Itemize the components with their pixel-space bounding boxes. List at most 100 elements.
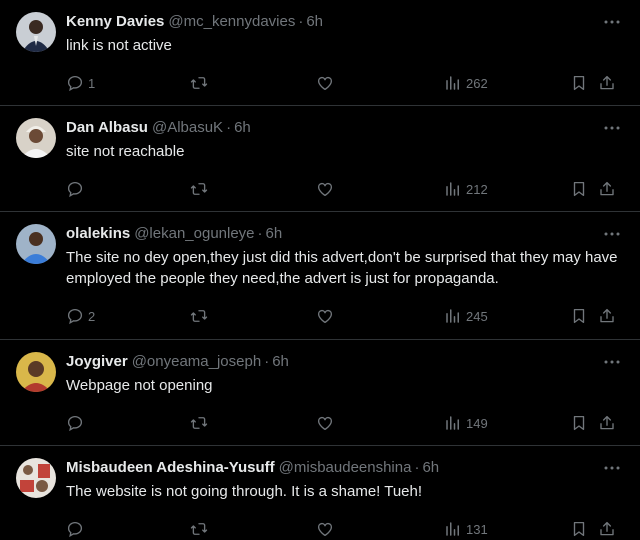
like-button[interactable] xyxy=(316,517,338,540)
more-dots-icon[interactable] xyxy=(600,456,624,480)
views-count: 149 xyxy=(466,415,488,431)
action-bar: 131 xyxy=(66,517,624,540)
avatar[interactable] xyxy=(16,118,56,158)
retweet-button[interactable] xyxy=(190,411,212,435)
share-button[interactable] xyxy=(598,411,616,435)
views-icon xyxy=(446,416,459,430)
bookmark-button[interactable] xyxy=(570,71,588,95)
tweet-text: The website is not going through. It is … xyxy=(66,483,423,500)
avatar[interactable] xyxy=(16,12,56,52)
reply-icon xyxy=(67,181,83,198)
views-button[interactable]: 262 xyxy=(444,71,488,95)
separator: · xyxy=(264,353,270,370)
display-name[interactable]: Dan Albasu xyxy=(66,119,148,136)
user-handle[interactable]: @lekan_ogunleye xyxy=(134,225,254,242)
retweet-button[interactable] xyxy=(190,177,212,201)
share-button[interactable] xyxy=(598,71,616,95)
bookmark-icon xyxy=(573,415,585,431)
more-dots-icon[interactable] xyxy=(600,350,624,374)
like-icon xyxy=(317,309,333,324)
timestamp[interactable]: 6h xyxy=(234,119,251,136)
more-dots-icon[interactable] xyxy=(600,116,624,140)
reply-icon xyxy=(67,75,83,92)
tweet-text: link is not active xyxy=(66,37,172,54)
bookmark-icon xyxy=(573,75,585,91)
retweet-icon xyxy=(190,183,208,195)
tweet-header: Misbaudeen Adeshina-Yusuff @misbaudeenshi… xyxy=(66,458,439,478)
share-icon xyxy=(600,415,614,430)
views-icon xyxy=(446,309,459,323)
retweet-button[interactable] xyxy=(190,71,212,95)
avatar[interactable] xyxy=(16,458,56,498)
separator: · xyxy=(298,13,304,30)
like-button[interactable] xyxy=(316,304,338,328)
like-button[interactable] xyxy=(316,71,338,95)
views-button[interactable]: 131 xyxy=(444,517,488,540)
display-name[interactable]: Kenny Davies xyxy=(66,13,164,30)
share-button[interactable] xyxy=(598,177,616,201)
like-button[interactable] xyxy=(316,411,338,435)
views-button[interactable]: 212 xyxy=(444,177,488,201)
share-icon xyxy=(600,181,614,196)
timestamp[interactable]: 6h xyxy=(266,225,283,242)
tweet[interactable]: Misbaudeen Adeshina-Yusuff @misbaudeenshi… xyxy=(0,446,640,540)
retweet-icon xyxy=(190,310,208,322)
retweet-button[interactable] xyxy=(190,304,212,328)
timestamp[interactable]: 6h xyxy=(306,13,323,30)
views-button[interactable]: 149 xyxy=(444,411,488,435)
user-handle[interactable]: @AlbasuK xyxy=(152,119,223,136)
user-handle[interactable]: @misbaudeenshina xyxy=(279,459,412,476)
timestamp[interactable]: 6h xyxy=(272,353,289,370)
display-name[interactable]: Misbaudeen Adeshina-Yusuff xyxy=(66,459,275,476)
display-name[interactable]: olalekins xyxy=(66,225,130,242)
share-button[interactable] xyxy=(598,517,616,540)
timestamp[interactable]: 6h xyxy=(422,459,439,476)
reply-button[interactable] xyxy=(66,411,88,435)
retweet-button[interactable] xyxy=(190,517,212,540)
reply-button[interactable]: 2 xyxy=(66,304,95,328)
share-icon xyxy=(600,75,614,90)
tweet[interactable]: Dan Albasu @AlbasuK · 6h site not reachable… xyxy=(0,106,640,212)
separator: · xyxy=(257,225,263,242)
views-count: 245 xyxy=(466,308,488,324)
like-icon xyxy=(317,416,333,431)
bookmark-icon xyxy=(573,308,585,324)
avatar[interactable] xyxy=(16,224,56,264)
bookmark-icon xyxy=(573,181,585,197)
action-bar: 2 245 xyxy=(66,304,624,328)
tweet-header: olalekins @lekan_ogunleye · 6h xyxy=(66,224,282,244)
reply-feed: Kenny Davies @mc_kennydavies · 6h link is n… xyxy=(0,0,640,540)
tweet[interactable]: olalekins @lekan_ogunleye · 6h The site no … xyxy=(0,212,640,340)
share-icon xyxy=(600,308,614,323)
share-button[interactable] xyxy=(598,304,616,328)
share-icon xyxy=(600,521,614,536)
views-button[interactable]: 245 xyxy=(444,304,488,328)
views-icon xyxy=(446,522,459,536)
action-bar: 149 xyxy=(66,411,624,435)
reply-icon xyxy=(67,308,83,325)
reply-button[interactable] xyxy=(66,177,88,201)
like-button[interactable] xyxy=(316,177,338,201)
bookmark-button[interactable] xyxy=(570,304,588,328)
reply-button[interactable] xyxy=(66,517,88,540)
avatar[interactable] xyxy=(16,352,56,392)
user-handle[interactable]: @onyeama_joseph xyxy=(132,353,261,370)
action-bar: 212 xyxy=(66,177,624,201)
tweet[interactable]: Kenny Davies @mc_kennydavies · 6h link is n… xyxy=(0,0,640,106)
views-count: 262 xyxy=(466,75,488,91)
tweet-header: Dan Albasu @AlbasuK · 6h xyxy=(66,118,251,138)
reply-icon xyxy=(67,415,83,432)
more-dots-icon[interactable] xyxy=(600,222,624,246)
reply-button[interactable]: 1 xyxy=(66,71,95,95)
bookmark-button[interactable] xyxy=(570,517,588,540)
retweet-icon xyxy=(190,417,208,429)
user-handle[interactable]: @mc_kennydavies xyxy=(168,13,295,30)
bookmark-button[interactable] xyxy=(570,177,588,201)
reply-count: 1 xyxy=(88,75,96,91)
bookmark-icon xyxy=(573,521,585,537)
display-name[interactable]: Joygiver xyxy=(66,353,128,370)
tweet[interactable]: Joygiver @onyeama_joseph · 6h Webpage not o… xyxy=(0,340,640,446)
bookmark-button[interactable] xyxy=(570,411,588,435)
like-icon xyxy=(317,182,333,197)
more-dots-icon[interactable] xyxy=(600,10,624,34)
